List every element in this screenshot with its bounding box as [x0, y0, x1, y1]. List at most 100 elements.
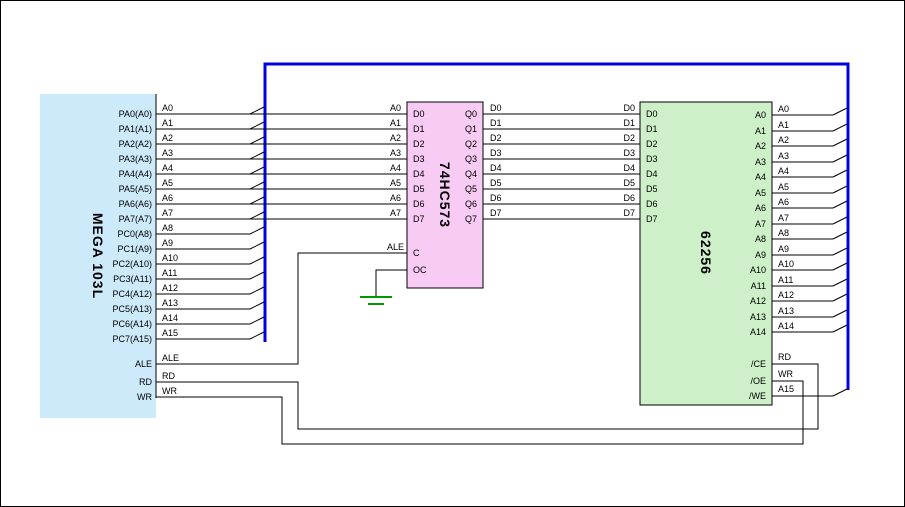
net-label: A1 [778, 120, 789, 130]
net-label: D3 [490, 148, 502, 158]
mcu-pin-label: PA1(A1) [119, 124, 152, 134]
mcu-pin-label: PC0(A8) [117, 229, 152, 239]
sram-pin-label: A8 [755, 234, 766, 244]
mcu-pin-label: PA6(A6) [119, 199, 152, 209]
net-label: A8 [778, 228, 789, 238]
net-label: A13 [778, 306, 794, 316]
latch-pin-label: D5 [413, 184, 425, 194]
sram-pin-label: D4 [646, 169, 658, 179]
net-label: D5 [623, 178, 635, 188]
mcu-pin-label: PC6(A14) [112, 319, 152, 329]
mcu-pin-label: PA4(A4) [119, 169, 152, 179]
mcu-pin-label: WR [137, 392, 152, 402]
latch-title: 74HC573 [437, 162, 453, 228]
net-label: A0 [390, 103, 401, 113]
sram-pin-label: D0 [646, 109, 658, 119]
sram-pin-label: /WE [749, 391, 766, 401]
sram-pin-label: A9 [755, 250, 766, 260]
mcu-pin-label: PC1(A9) [117, 244, 152, 254]
sram-pin-label: /CE [751, 359, 766, 369]
net-label: A11 [162, 268, 177, 278]
mcu-title: MEGA 103L [90, 213, 106, 299]
mcu-pin-label: PA7(A7) [119, 214, 152, 224]
sram-pin-label: A13 [750, 312, 766, 322]
net-label: D6 [490, 193, 502, 203]
sram-pin-label: D5 [646, 184, 658, 194]
sram-pin-label: A5 [755, 188, 766, 198]
net-label: A10 [162, 253, 178, 263]
net-label: WR [778, 369, 793, 379]
latch-pin-label: D0 [413, 109, 425, 119]
schematic-canvas: PA0(A0)PA1(A1)PA2(A2)PA3(A3)PA4(A4)PA5(A… [0, 0, 905, 507]
mcu-pin-label: PC4(A12) [112, 289, 152, 299]
latch-pin-label: Q0 [465, 109, 477, 119]
net-label: A0 [162, 103, 173, 113]
mcu-pin-label: RD [139, 377, 152, 387]
net-label: A8 [162, 223, 173, 233]
net-label: D0 [490, 103, 502, 113]
mcu-pin-label: ALE [135, 359, 152, 369]
latch-pin-label: Q7 [465, 214, 477, 224]
mcu-pin-label: PA5(A5) [119, 184, 152, 194]
net-label: A1 [390, 118, 401, 128]
net-label: A3 [162, 148, 173, 158]
net-label: D1 [623, 118, 635, 128]
latch-pin-label: D4 [413, 169, 425, 179]
net-label: A0 [778, 104, 789, 114]
net-label: A10 [778, 259, 794, 269]
net-label: A5 [390, 178, 401, 188]
net-label: D4 [623, 163, 635, 173]
net-label: A7 [390, 208, 401, 218]
sram-pin-label: A2 [755, 141, 766, 151]
latch-pin-label: Q4 [465, 169, 477, 179]
net-label: A2 [390, 133, 401, 143]
net-label: D5 [490, 178, 502, 188]
sram-pin-label: A10 [750, 265, 766, 275]
sram-pin-label: A11 [751, 281, 766, 291]
latch-pin-label: C [413, 248, 420, 258]
latch-pin-label: Q6 [465, 199, 477, 209]
latch-pin-label: D6 [413, 199, 425, 209]
net-label: D7 [623, 208, 635, 218]
latch-pin-label: D3 [413, 154, 425, 164]
mcu-pin-label: PC3(A11) [113, 274, 152, 284]
mcu-pin-label: PA3(A3) [119, 154, 152, 164]
net-label: A3 [390, 148, 401, 158]
sram-pin-label: D1 [646, 124, 658, 134]
mcu-pin-label: PC7(A15) [112, 334, 152, 344]
mcu-pin-label: PC5(A13) [112, 304, 152, 314]
sram-pin-label: A7 [755, 219, 766, 229]
net-label: ALE [387, 242, 404, 252]
net-label: RD [162, 371, 175, 381]
net-label: A14 [162, 313, 178, 323]
sram-pin-label: D2 [646, 139, 658, 149]
net-label: A6 [778, 197, 789, 207]
mcu-pin-label: PA2(A2) [119, 139, 152, 149]
net-label: D3 [623, 148, 635, 158]
latch-pin-label: Q1 [465, 124, 477, 134]
net-label: A2 [162, 133, 173, 143]
net-label: A3 [778, 151, 789, 161]
net-label: D4 [490, 163, 502, 173]
net-label: WR [162, 386, 177, 396]
sram-pin-label: A14 [750, 327, 766, 337]
sram-pin-label: D7 [646, 214, 658, 224]
net-label: A13 [162, 298, 178, 308]
sram-pin-label: D6 [646, 199, 658, 209]
net-label: A4 [778, 166, 789, 176]
net-label: A15 [162, 328, 178, 338]
latch-pin-label: D2 [413, 139, 425, 149]
sram-pin-label: A12 [750, 296, 766, 306]
net-label: A12 [162, 283, 178, 293]
net-label: A4 [162, 163, 173, 173]
net-label: A1 [162, 118, 173, 128]
sram-pin-label: A6 [755, 203, 766, 213]
mcu-pin-label: PC2(A10) [112, 259, 152, 269]
sram-pin-label: D3 [646, 154, 658, 164]
net-label: A6 [162, 193, 173, 203]
net-label: A5 [778, 182, 789, 192]
net-label: A9 [162, 238, 173, 248]
net-label: A5 [162, 178, 173, 188]
latch-pin-label: D1 [413, 124, 425, 134]
net-label: D1 [490, 118, 502, 128]
